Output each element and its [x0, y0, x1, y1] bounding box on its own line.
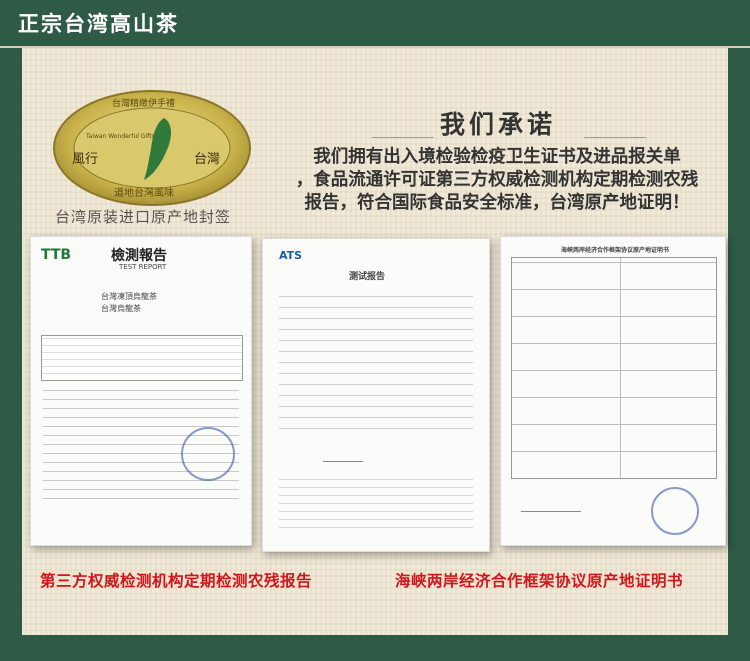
doc3-stamp-icon — [651, 487, 699, 535]
ats-test-report-document: ATS 测试报告 — [262, 238, 490, 552]
caption-inspection-report: 第三方权威检测机构定期检测农残报告 — [40, 572, 313, 590]
ttb-logo-icon: TTB — [41, 247, 72, 263]
promise-line-3: 报告，符合国际食品安全标准，台湾原产地证明！ — [304, 193, 690, 213]
promise-text: 我们拥有出入境检验检疫卫生证书及进品报关单 ，食品流通许可证第三方权威检测机构定… — [262, 146, 732, 215]
promise-line-1: 我们拥有出入境检验检疫卫生证书及进品报关单 — [313, 147, 681, 167]
seal-english-text: Taiwan Wonderful Gifts — [86, 133, 155, 140]
seal-left-text: 風行 — [72, 152, 99, 167]
doc1-table — [41, 335, 243, 381]
seal-bottom-text: 道地台灣風味 — [114, 188, 174, 199]
seal-right-text: 台灣 — [194, 152, 221, 167]
doc3-signature — [521, 499, 581, 512]
page-title: 正宗台湾高山茶 — [18, 12, 179, 36]
doc3-heading: 海峡两岸经济合作框架协议原产地证明书 — [561, 247, 670, 254]
doc2-signature — [323, 449, 363, 462]
origin-certificate-document: 海峡两岸经济合作框架协议原产地证明书 — [500, 236, 726, 546]
doc1-stamp-icon — [181, 427, 235, 481]
doc1-field-2: 台灣烏龍茶 — [101, 304, 141, 313]
caption-origin-certificate: 海峡两岸经济合作框架协议原产地证明书 — [395, 572, 684, 590]
title-divider-right — [584, 137, 646, 138]
doc2-title: 测试报告 — [349, 272, 386, 282]
test-report-document: TTB 檢測報告 TEST REPORT 台灣凍頂烏龍茶 台灣烏龍茶 — [30, 236, 252, 546]
header-bar: 正宗台湾高山茶 — [0, 0, 750, 48]
doc1-field-1: 台灣凍頂烏龍茶 — [101, 292, 157, 301]
doc1-subtitle: TEST REPORT — [119, 263, 167, 271]
promise-title: 我们承诺 — [440, 110, 557, 139]
title-divider-left — [372, 137, 434, 138]
seal-caption: 台湾原装进口原产地封签 — [55, 208, 232, 226]
seal-top-text: 台灣精緻伊手禮 — [112, 99, 176, 109]
doc2-table — [279, 289, 473, 439]
ats-logo-icon: ATS — [279, 249, 303, 262]
doc1-title: 檢測報告 — [111, 248, 167, 264]
promise-line-2: ，食品流通许可证第三方权威检测机构定期检测农残 — [295, 170, 699, 190]
doc2-footer-text — [279, 479, 473, 535]
doc3-form-grid — [511, 257, 717, 479]
